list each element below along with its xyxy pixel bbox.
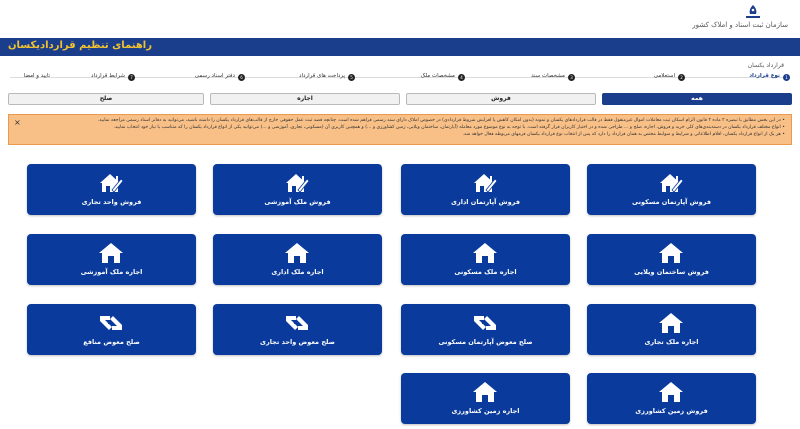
house-icon <box>659 243 683 263</box>
handshake-icon <box>474 316 496 330</box>
step-label: نوع قرارداد <box>749 73 780 79</box>
contract-card-label: فروش آپارتمان مسکونی <box>632 198 711 206</box>
handshake-icon <box>286 316 308 330</box>
page-title: راهنمای تنظیم قراردادیکسان <box>8 40 152 51</box>
step-label: استعلامی <box>653 73 675 79</box>
house-pen-icon <box>660 174 684 193</box>
stepper: 1 نوع قرارداد 2 استعلامی 3 مشخصات سند 4 … <box>0 72 800 84</box>
step-number: 6 <box>238 74 245 81</box>
contract-card-label: فروش آپارتمان اداری <box>451 198 520 206</box>
contract-card-label: اجاره ملک تجاری <box>644 338 699 346</box>
tab-rent[interactable]: اجاره <box>210 93 400 105</box>
step-number: 3 <box>568 74 575 81</box>
info-notice: × • در این بخش مطابق با تبصره ۲ ماده ۲ ق… <box>8 114 792 145</box>
step-label: مشخصات ملک <box>420 73 455 79</box>
title-bar: راهنمای تنظیم قراردادیکسان <box>0 38 800 56</box>
step-label: دفتر اسناد رسمی <box>194 73 235 79</box>
contract-card-label: اجاره ملک اداری <box>271 268 324 276</box>
organization-logo[interactable]: سازمان ثبت اسناد و املاک کشور <box>692 4 788 34</box>
contract-card-label: صلح معوض واحد تجاری <box>260 338 335 346</box>
house-icon <box>659 382 683 402</box>
contract-card[interactable]: فروش واحد تجاری <box>27 164 196 215</box>
contract-card-label: اجاره ملک آموزشی <box>80 268 143 276</box>
step-label: شرایط قرارداد <box>91 73 125 79</box>
filter-tabs: همه فروش اجاره صلح <box>8 93 792 105</box>
contract-card[interactable]: اجاره ملک تجاری <box>587 304 756 355</box>
contract-card-label: فروش ساختمان ویلایی <box>634 268 709 276</box>
house-icon <box>473 382 497 402</box>
step-number: 5 <box>348 74 355 81</box>
contract-card-label: فروش ملک آموزشی <box>264 198 331 206</box>
contract-card[interactable]: اجاره ملک اداری <box>213 234 382 285</box>
contract-card-label: صلح معوض منافع <box>83 338 140 346</box>
step-label: مشخصات سند <box>531 73 565 79</box>
house-icon <box>99 243 123 263</box>
contract-card[interactable]: صلح معوض واحد تجاری <box>213 304 382 355</box>
handshake-icon <box>100 316 122 330</box>
house-pen-icon <box>286 174 310 193</box>
step-number: 1 <box>783 74 790 81</box>
step-number: 2 <box>678 74 685 81</box>
house-pen-icon <box>474 174 498 193</box>
step-label: تایید و امضا <box>23 73 50 79</box>
house-icon <box>473 243 497 263</box>
tab-all[interactable]: همه <box>602 93 792 105</box>
contract-card[interactable]: اجاره ملک مسکونی <box>401 234 570 285</box>
logo-caption: سازمان ثبت اسناد و املاک کشور <box>692 21 788 29</box>
contract-card-label: فروش زمین کشاورزی <box>635 407 708 415</box>
step-number: 4 <box>458 74 465 81</box>
contract-card-label: اجاره زمین کشاورزی <box>451 407 520 415</box>
contract-card[interactable]: فروش ساختمان ویلایی <box>587 234 756 285</box>
contract-card-label: اجاره ملک مسکونی <box>454 268 517 276</box>
breadcrumb[interactable]: قرارداد یکسان <box>748 62 784 69</box>
notice-text: • در این بخش مطابق با تبصره ۲ ماده ۲ قان… <box>25 117 785 138</box>
house-icon <box>285 243 309 263</box>
contract-card[interactable]: اجاره زمین کشاورزی <box>401 373 570 424</box>
contract-card[interactable]: فروش زمین کشاورزی <box>587 373 756 424</box>
step-label: پرداخت های قرارداد <box>299 73 345 79</box>
emblem-icon <box>746 5 760 18</box>
close-icon[interactable]: × <box>14 118 21 127</box>
step-number: 7 <box>128 74 135 81</box>
house-icon <box>659 313 683 333</box>
top-header: سازمان ثبت اسناد و املاک کشور <box>0 0 800 38</box>
notice-line: • در این بخش مطابق با تبصره ۲ ماده ۲ قان… <box>97 118 785 123</box>
tab-sale[interactable]: فروش <box>406 93 596 105</box>
contract-card-label: صلح معوض آپارتمان مسکونی <box>438 338 533 346</box>
house-pen-icon <box>100 174 124 193</box>
contract-card[interactable]: اجاره ملک آموزشی <box>27 234 196 285</box>
tab-peace[interactable]: صلح <box>8 93 204 105</box>
contract-card[interactable]: صلح معوض منافع <box>27 304 196 355</box>
contract-card[interactable]: فروش ملک آموزشی <box>213 164 382 215</box>
notice-line: • انواع مختلف قرارداد یکسان در دسته‌بندی… <box>113 125 785 130</box>
contract-card[interactable]: صلح معوض آپارتمان مسکونی <box>401 304 570 355</box>
contract-card[interactable]: فروش آپارتمان مسکونی <box>587 164 756 215</box>
contract-card[interactable]: فروش آپارتمان اداری <box>401 164 570 215</box>
contract-card-label: فروش واحد تجاری <box>81 198 142 206</box>
notice-line: • هر یک از انواع قرارداد یکسان، اقلام اط… <box>462 132 785 137</box>
